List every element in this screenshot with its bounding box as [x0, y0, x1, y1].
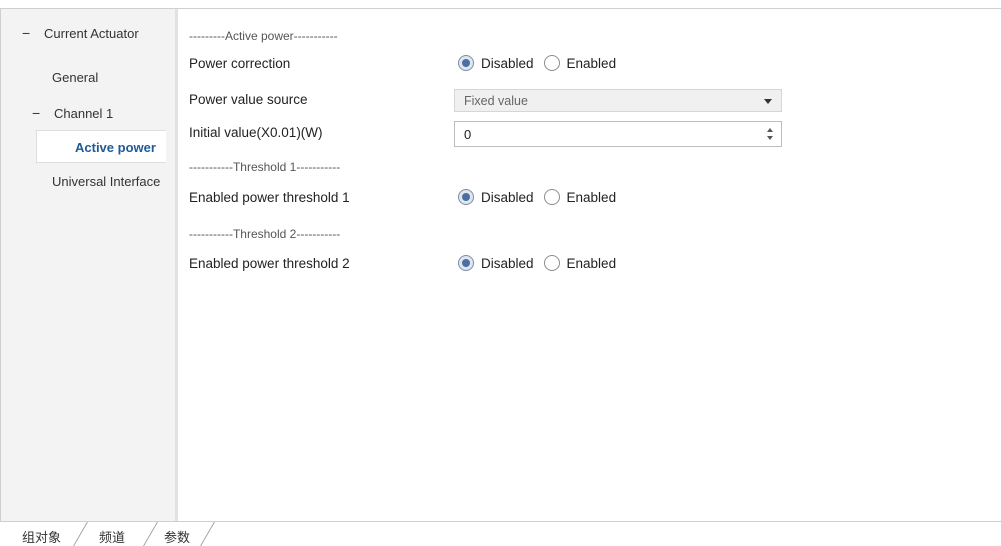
radio-unchecked-icon — [543, 255, 560, 271]
threshold-2-enabled-radio[interactable]: Enabled — [543, 255, 617, 271]
spin-up-icon[interactable] — [767, 128, 773, 132]
sidebar-tree — [1, 9, 175, 521]
threshold-1-disabled-radio[interactable]: Disabled — [458, 189, 534, 205]
radio-label: Enabled — [566, 55, 617, 71]
tree-item-active-power[interactable]: Active power — [36, 130, 166, 163]
radio-label: Disabled — [481, 55, 534, 71]
power-value-source-select[interactable]: Fixed value — [454, 89, 782, 112]
tree-item-label: Active power — [75, 140, 156, 155]
power-value-source-label: Power value source — [189, 92, 308, 107]
power-correction-enabled-radio[interactable]: Enabled — [543, 55, 617, 71]
tree-item-current-actuator[interactable]: − Current Actuator — [22, 25, 139, 41]
radio-unchecked-icon — [543, 55, 560, 71]
app-window: − Current Actuator General − Channel 1 Act… — [0, 0, 1001, 546]
tab-divider — [200, 522, 215, 546]
collapse-icon[interactable]: − — [32, 105, 42, 121]
tab-divider — [73, 522, 88, 546]
tree-item-general[interactable]: General — [52, 70, 98, 85]
radio-label: Disabled — [481, 255, 534, 271]
tab-parameters[interactable]: 参数 — [164, 527, 190, 546]
tree-item-label: Universal Interface — [52, 174, 161, 189]
radio-checked-icon — [458, 55, 474, 71]
radio-label: Disabled — [481, 189, 534, 205]
collapse-icon[interactable]: − — [22, 25, 32, 41]
initial-value-stepper — [454, 121, 782, 147]
tab-channels[interactable]: 频道 — [99, 527, 125, 546]
threshold-2-label: Enabled power threshold 2 — [189, 256, 350, 271]
power-correction-disabled-radio[interactable]: Disabled — [458, 55, 534, 71]
tree-item-channel-1[interactable]: − Channel 1 — [32, 105, 113, 121]
radio-checked-icon — [458, 255, 474, 271]
bottom-tab-bar: 组对象 频道 参数 — [0, 521, 1001, 546]
select-value: Fixed value — [464, 94, 528, 108]
tab-group-objects[interactable]: 组对象 — [22, 527, 61, 546]
threshold-2-disabled-radio[interactable]: Disabled — [458, 255, 534, 271]
initial-value-input[interactable] — [455, 122, 755, 146]
tree-item-label: Current Actuator — [44, 26, 139, 41]
threshold-1-label: Enabled power threshold 1 — [189, 190, 350, 205]
initial-value-label: Initial value(X0.01)(W) — [189, 125, 323, 140]
power-correction-label: Power correction — [189, 56, 291, 71]
section-header-threshold-1: -----------Threshold 1----------- — [189, 160, 341, 174]
radio-checked-icon — [458, 189, 474, 205]
spin-down-icon[interactable] — [767, 136, 773, 140]
tree-item-label: Channel 1 — [54, 106, 114, 121]
threshold-1-radio-group: Disabled Enabled — [458, 189, 626, 205]
section-header-threshold-2: -----------Threshold 2----------- — [189, 227, 341, 241]
threshold-2-radio-group: Disabled Enabled — [458, 255, 626, 271]
tree-item-label: General — [52, 70, 99, 85]
tree-item-universal-interface[interactable]: Universal Interface — [52, 174, 160, 189]
chevron-down-icon — [764, 99, 772, 104]
radio-unchecked-icon — [543, 189, 560, 205]
tab-divider — [143, 522, 158, 546]
power-correction-radio-group: Disabled Enabled — [458, 55, 626, 71]
radio-label: Enabled — [566, 189, 617, 205]
section-header-active-power: ---------Active power----------- — [189, 29, 338, 43]
radio-label: Enabled — [566, 255, 617, 271]
threshold-1-enabled-radio[interactable]: Enabled — [543, 189, 617, 205]
